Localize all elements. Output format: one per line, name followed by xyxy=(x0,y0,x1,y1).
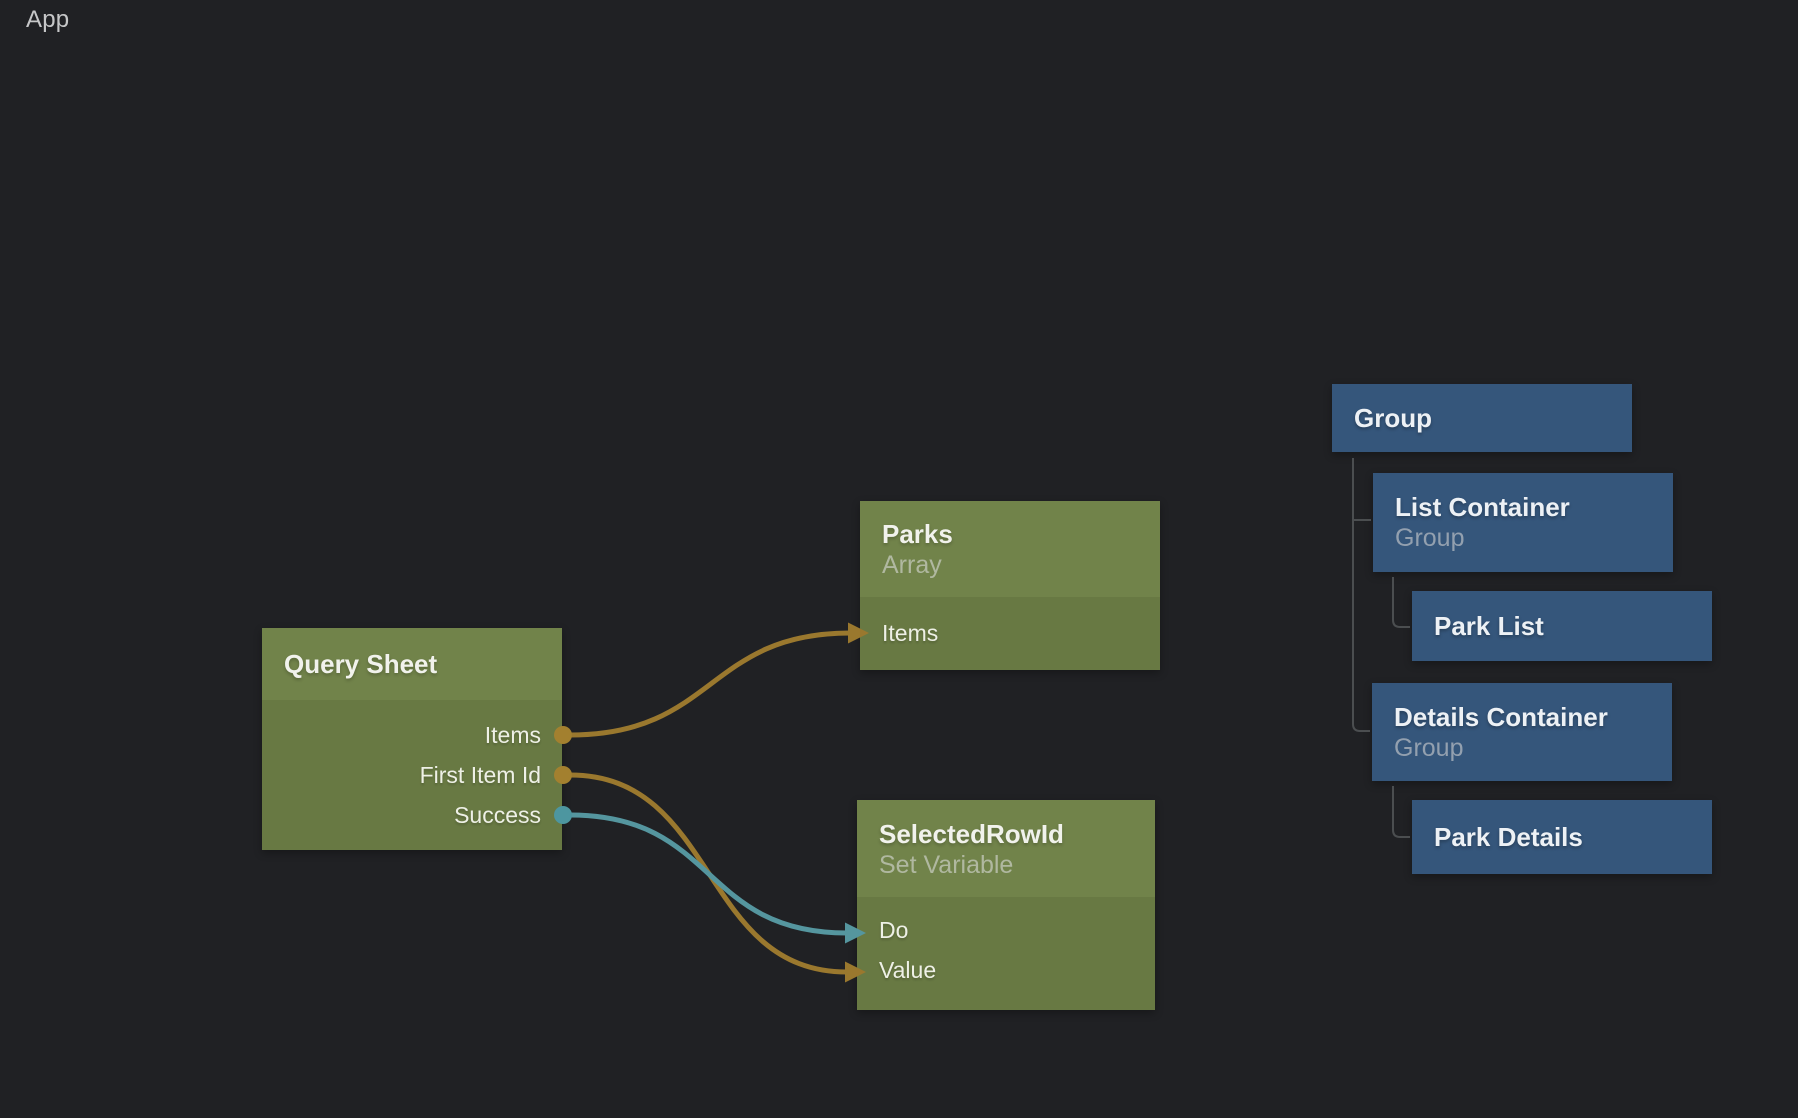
wire-items-to-parks[interactable] xyxy=(570,633,850,735)
node-subtitle: Set Variable xyxy=(879,850,1155,880)
output-port-first-item-id[interactable]: First Item Id xyxy=(262,755,562,795)
node-title: SelectedRowId xyxy=(879,818,1155,850)
tree-node-subtitle: Group xyxy=(1394,733,1672,763)
port-label: Items xyxy=(882,620,938,647)
tree-node-park-details[interactable]: Park Details xyxy=(1412,800,1712,874)
node-subtitle: Array xyxy=(882,550,1160,580)
node-parks[interactable]: Parks Array Items xyxy=(860,501,1160,670)
tree-connector-group-children xyxy=(1353,458,1371,731)
port-label: First Item Id xyxy=(420,762,541,789)
node-body: Items First Item Id Success xyxy=(262,700,562,850)
flow-canvas[interactable]: App Query Sheet Items First Item Id Succ… xyxy=(0,0,1798,1118)
node-selected-row-id[interactable]: SelectedRowId Set Variable Do Value xyxy=(857,800,1155,1010)
output-port-items[interactable]: Items xyxy=(262,715,562,755)
input-port-items[interactable]: Items xyxy=(860,614,1160,654)
tree-node-list-container[interactable]: List Container Group xyxy=(1373,473,1673,572)
node-header[interactable]: Parks Array xyxy=(860,501,1160,597)
wire-success-to-do[interactable] xyxy=(570,815,847,933)
port-label: Value xyxy=(879,957,936,984)
tree-node-title: Park Details xyxy=(1434,822,1712,853)
node-header[interactable]: SelectedRowId Set Variable xyxy=(857,800,1155,897)
node-body: Items xyxy=(860,597,1160,670)
tree-node-subtitle: Group xyxy=(1395,523,1673,553)
tree-node-group[interactable]: Group xyxy=(1332,384,1632,452)
node-body: Do Value xyxy=(857,897,1155,1010)
tree-node-details-container[interactable]: Details Container Group xyxy=(1372,683,1672,781)
tree-node-title: List Container xyxy=(1395,492,1673,523)
tree-node-park-list[interactable]: Park List xyxy=(1412,591,1712,661)
app-breadcrumb: App xyxy=(26,6,69,34)
input-port-do[interactable]: Do xyxy=(857,910,1155,950)
node-header[interactable]: Query Sheet xyxy=(262,628,562,700)
tree-connector-details-container-child xyxy=(1393,786,1410,837)
tree-node-title: Park List xyxy=(1434,611,1712,642)
port-label: Do xyxy=(879,917,908,944)
input-port-value[interactable]: Value xyxy=(857,950,1155,990)
node-query-sheet[interactable]: Query Sheet Items First Item Id Success xyxy=(262,628,562,850)
node-title: Parks xyxy=(882,518,1160,550)
port-label: Success xyxy=(454,802,541,829)
tree-connector-list-container-child xyxy=(1393,577,1410,627)
output-port-success[interactable]: Success xyxy=(262,795,562,835)
tree-node-title: Details Container xyxy=(1394,702,1672,733)
port-label: Items xyxy=(485,722,541,749)
tree-node-title: Group xyxy=(1354,403,1632,434)
node-title: Query Sheet xyxy=(284,648,562,680)
